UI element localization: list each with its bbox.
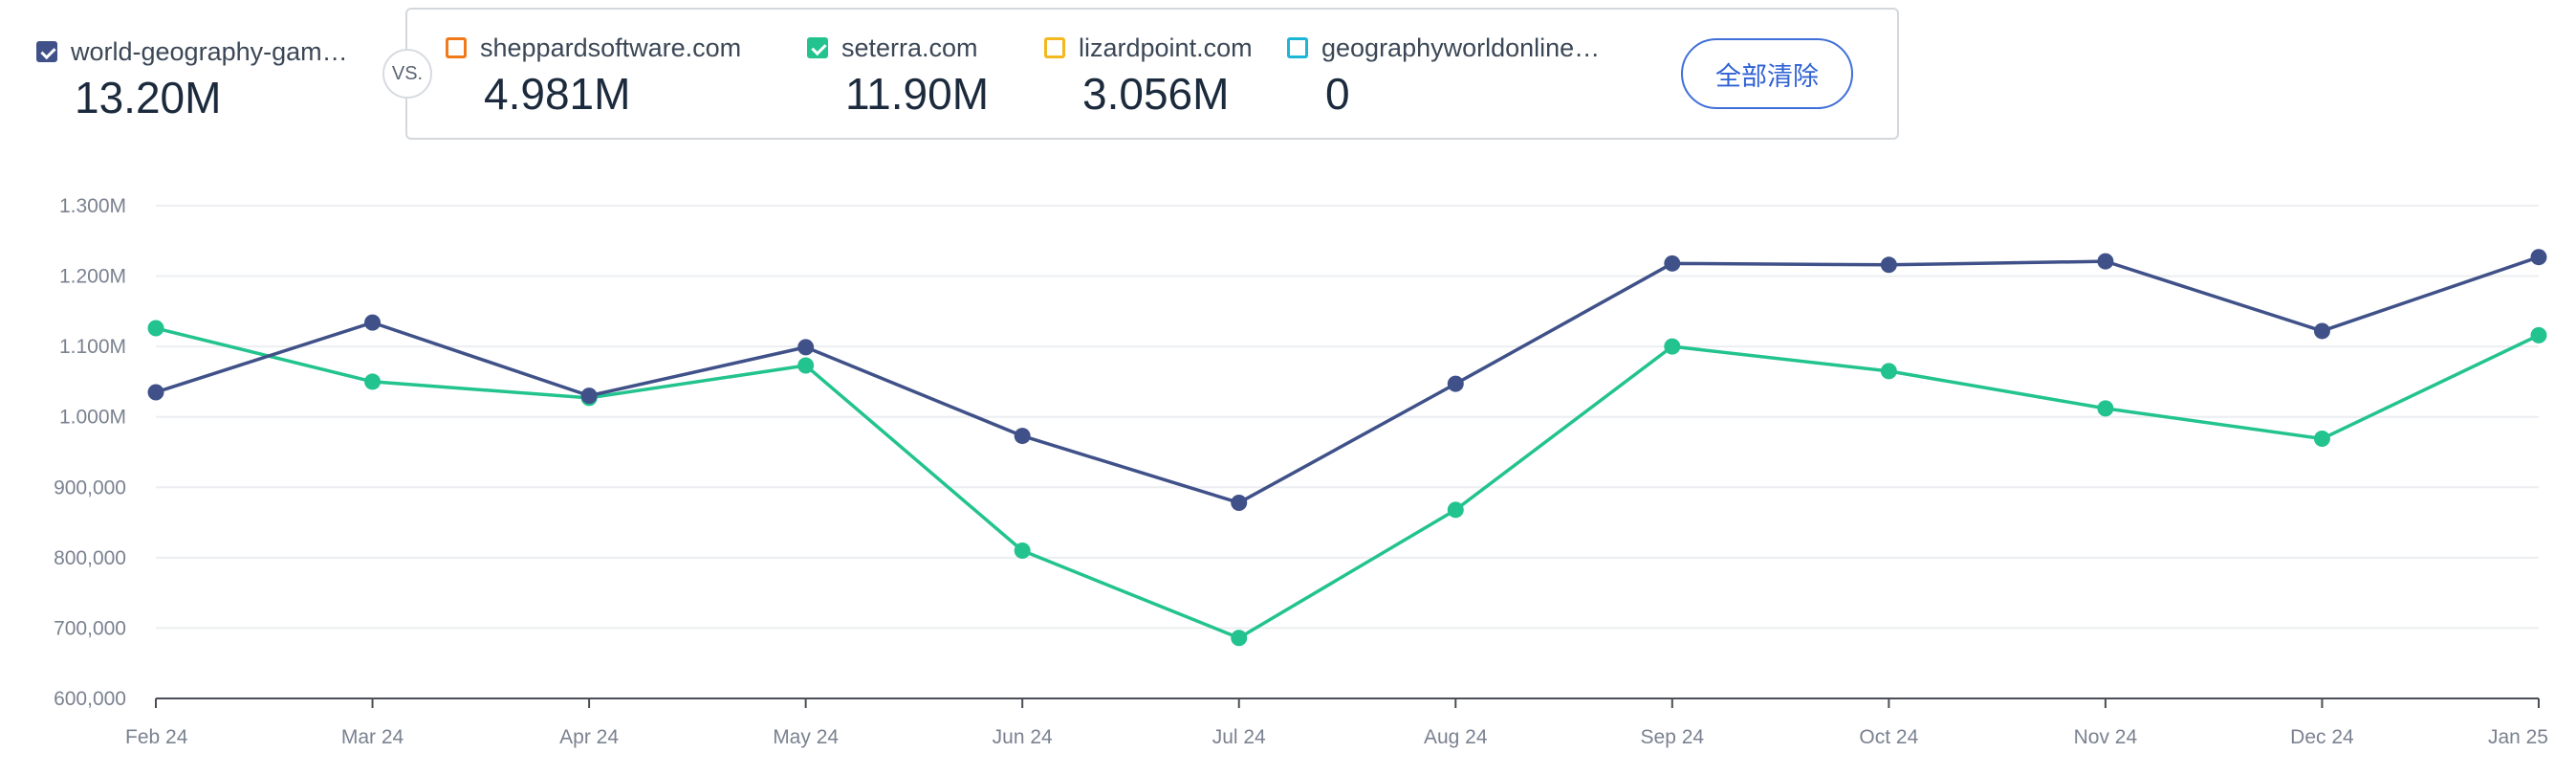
x-tick-label: May 24 — [773, 726, 839, 748]
y-tick-label: 1.100M — [59, 336, 126, 358]
x-tick-label: Apr 24 — [559, 726, 619, 748]
data-point — [364, 373, 382, 390]
x-axis: Feb 24 Mar 24 Apr 24 May 24 Jun 24 Jul 24 Aug … — [125, 698, 2548, 748]
x-tick-label: Dec 24 — [2290, 726, 2354, 748]
x-tick-label: Jul 24 — [1212, 726, 1266, 748]
data-point — [147, 384, 164, 401]
series-points — [147, 249, 2547, 647]
data-point — [1447, 501, 1464, 519]
data-point — [1231, 494, 1248, 511]
x-tick-label: Sep 24 — [1641, 726, 1705, 748]
x-tick-label: Oct 24 — [1859, 726, 1918, 748]
vs-badge: VS. — [382, 49, 432, 99]
data-point — [580, 388, 598, 405]
data-point — [1447, 375, 1464, 392]
traffic-line-chart: 600,000 700,000 800,000 900,000 1.000M 1.100M… — [54, 195, 2548, 748]
x-tick-label: Jan 25 — [2488, 726, 2548, 748]
data-point — [1014, 428, 1031, 445]
series-lines — [155, 255, 2540, 640]
data-point — [2530, 326, 2547, 343]
data-point — [797, 339, 815, 356]
data-point — [2313, 322, 2330, 340]
series-line — [155, 255, 2540, 505]
x-tick-label: Nov 24 — [2074, 726, 2138, 748]
y-tick-label: 1.200M — [59, 266, 126, 288]
data-point — [2313, 431, 2330, 448]
data-point — [1880, 363, 1897, 380]
y-tick-label: 900,000 — [54, 476, 126, 498]
y-axis-ticks: 600,000 700,000 800,000 900,000 1.000M 1.100M… — [54, 195, 126, 710]
grid-lines — [156, 205, 2539, 630]
x-tick-label: Jun 24 — [993, 726, 1053, 748]
data-point — [147, 320, 164, 337]
data-point — [2530, 249, 2547, 266]
data-point — [797, 357, 815, 374]
y-tick-label: 800,000 — [54, 547, 126, 569]
y-tick-label: 700,000 — [54, 617, 126, 639]
y-tick-label: 1.000M — [59, 407, 126, 429]
data-point — [1664, 255, 1681, 272]
series-line — [155, 326, 2540, 640]
y-tick-label: 1.300M — [59, 195, 126, 217]
data-point — [1231, 630, 1248, 647]
x-tick-label: Feb 24 — [125, 726, 188, 748]
data-point — [2097, 253, 2114, 270]
y-tick-label: 600,000 — [54, 688, 126, 710]
data-point — [2097, 400, 2114, 417]
data-point — [1880, 256, 1897, 274]
x-tick-label: Aug 24 — [1424, 726, 1488, 748]
data-point — [1014, 542, 1031, 559]
data-point — [364, 314, 382, 331]
data-point — [1664, 338, 1681, 355]
x-tick-label: Mar 24 — [341, 726, 404, 748]
